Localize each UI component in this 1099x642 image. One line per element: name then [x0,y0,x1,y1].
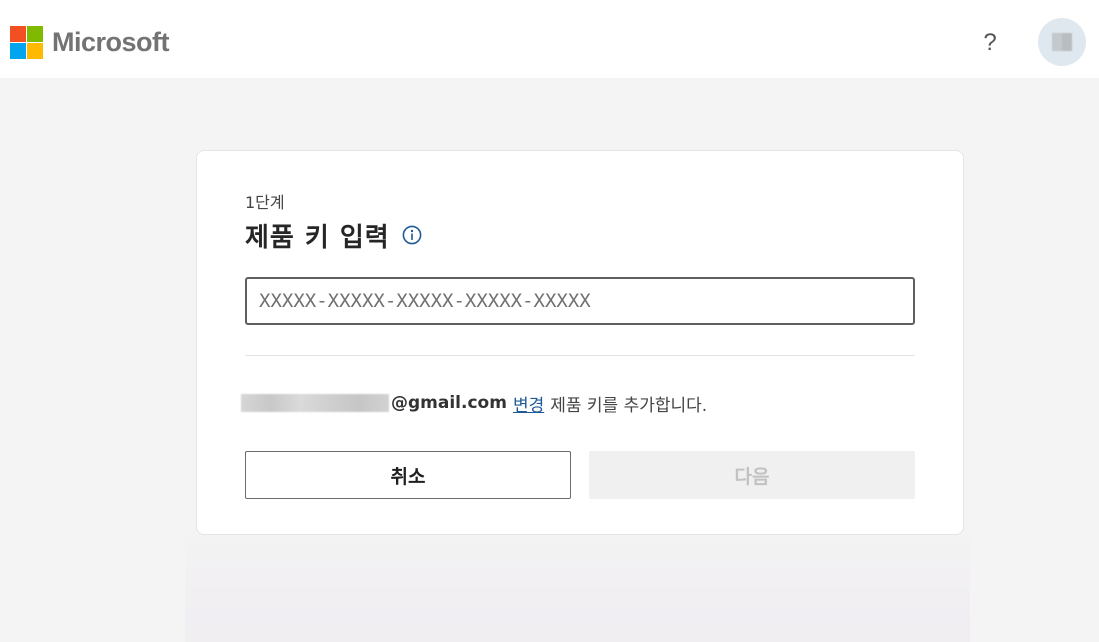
product-key-card: 1단계 제품 키 입력 @gmail.com 변경 제품 키를 추가합니다. 취… [196,150,964,535]
info-icon[interactable] [402,225,422,245]
account-line: @gmail.com 변경 제품 키를 추가합니다. [241,391,708,416]
help-button[interactable]: ? [976,28,1004,58]
microsoft-logo-squares [10,25,43,59]
avatar-image-redacted [1052,33,1072,51]
logo-square-green [27,25,43,42]
step-label: 1단계 [245,193,285,212]
email-username-redacted [241,394,389,412]
divider [245,355,915,356]
cancel-button[interactable]: 취소 [245,451,571,499]
microsoft-wordmark: Microsoft [52,26,170,57]
product-key-input[interactable] [245,277,915,325]
title-row: 제품 키 입력 [245,217,422,253]
microsoft-logo[interactable]: Microsoft [10,25,170,59]
account-avatar[interactable] [1038,18,1086,66]
email-domain: @gmail.com [391,393,507,413]
page-title: 제품 키 입력 [245,222,390,253]
top-header: Microsoft ? [0,0,1099,78]
change-account-link[interactable]: 변경 [513,391,544,416]
logo-square-blue [10,42,26,59]
account-suffix-text: 제품 키를 추가합니다. [550,395,708,416]
background-glow [185,520,970,642]
next-button[interactable]: 다음 [589,451,915,499]
logo-square-yellow [27,42,43,59]
logo-square-red [10,25,26,42]
